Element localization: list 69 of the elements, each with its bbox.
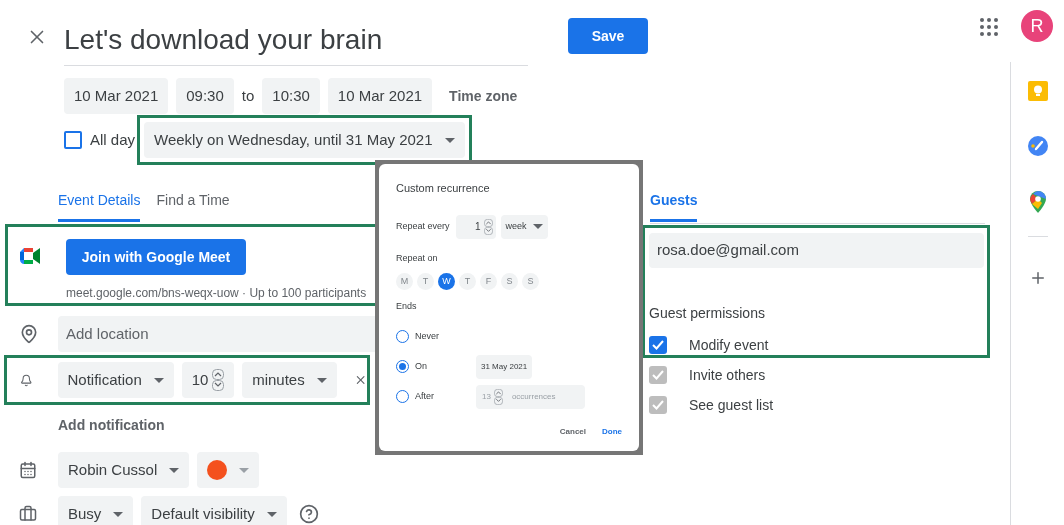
permission-label: Modify event xyxy=(689,335,769,355)
add-notification-button[interactable]: Add notification xyxy=(58,415,165,436)
permission-label: Invite others xyxy=(689,365,766,385)
end-date-field[interactable]: 31 May 2021 xyxy=(476,354,533,379)
checkmark-circle-icon[interactable] xyxy=(1027,136,1048,156)
map-pin-icon[interactable] xyxy=(1029,191,1046,213)
repeat-on-label: Repeat on xyxy=(396,251,439,265)
guest-permissions-heading: Guest permissions xyxy=(649,304,766,323)
caret-icon xyxy=(444,137,455,143)
unit-dropdown[interactable]: week xyxy=(500,214,548,239)
tab[interactable]: Find a Time xyxy=(156,190,230,222)
spinner-icon[interactable] xyxy=(212,369,225,391)
calendar-icon xyxy=(19,461,37,479)
end-option-label: Never xyxy=(415,329,440,343)
guests-tab[interactable]: Guests xyxy=(650,190,698,222)
permission-label: See guest list xyxy=(689,395,774,415)
end-date-field[interactable]: 10 Mar 2021 xyxy=(327,78,433,114)
tab[interactable]: Event Details xyxy=(58,190,141,222)
caret-icon xyxy=(153,377,164,383)
visibility-dropdown[interactable]: Default visibility xyxy=(141,496,287,525)
title-field[interactable]: Let's download your brain xyxy=(64,18,528,66)
all-day-label: All day xyxy=(90,129,136,150)
ends-label: Ends xyxy=(396,300,418,313)
availability-dropdown[interactable]: Busy xyxy=(58,496,134,525)
spinner-icon[interactable] xyxy=(483,218,493,235)
join-meet-button[interactable]: Join with Google Meet xyxy=(66,239,246,275)
weekday-toggle[interactable]: T xyxy=(417,273,434,290)
time-zone-button[interactable]: Time zone xyxy=(448,85,519,107)
checkbox[interactable] xyxy=(64,131,82,149)
end-option-label: On xyxy=(415,359,428,373)
notification-type-dropdown[interactable]: Notification xyxy=(57,362,174,398)
end-time-field[interactable]: 10:30 xyxy=(262,78,320,114)
start-time-field[interactable]: 09:30 xyxy=(176,78,234,114)
briefcase-icon xyxy=(19,505,37,523)
cancel-button[interactable]: Cancel xyxy=(559,425,586,438)
start-date-field[interactable]: 10 Mar 2021 xyxy=(64,78,169,114)
caret-icon xyxy=(266,511,277,517)
caret-icon xyxy=(239,467,250,473)
checkbox[interactable] xyxy=(649,336,667,354)
weekday-toggle[interactable]: M xyxy=(396,273,413,290)
interval-number-field[interactable]: 1 xyxy=(455,214,496,239)
to-label: to xyxy=(241,85,255,106)
repeat-every-label: Repeat every xyxy=(396,219,450,233)
dialog-title: Custom recurrence xyxy=(396,181,491,196)
guest-email-field[interactable]: rosa.doe@gmail.com xyxy=(649,233,984,268)
apps-grid-icon[interactable] xyxy=(980,18,998,36)
avatar[interactable]: R xyxy=(1021,10,1053,42)
done-button[interactable]: Done xyxy=(602,425,622,438)
video-camera-icon xyxy=(20,248,40,264)
location-pin-icon xyxy=(19,324,39,344)
help-icon[interactable] xyxy=(298,504,319,524)
caret-icon xyxy=(113,511,124,517)
occurrences-label: occurrences xyxy=(511,390,556,403)
time-unit-dropdown[interactable]: minutes xyxy=(242,362,337,398)
weekday-toggle[interactable]: W xyxy=(438,273,455,290)
caret-icon xyxy=(532,224,543,229)
meet-info: meet.google.com/bns-weqx-uow · Up to 100 participants xyxy=(66,285,367,302)
end-option-label: After xyxy=(415,389,435,403)
weekday-toggle[interactable]: F xyxy=(480,273,497,290)
caret-icon xyxy=(169,467,180,473)
minutes-number-field[interactable]: 10 xyxy=(181,362,235,398)
weekday-toggle[interactable]: T xyxy=(459,273,476,290)
color-dropdown[interactable] xyxy=(197,452,260,488)
save-button[interactable]: Save xyxy=(568,18,648,54)
weekday-toggle[interactable]: S xyxy=(522,273,539,290)
recurrence-dropdown[interactable]: Weekly on Wednesday, until 31 May 2021 xyxy=(144,122,465,158)
caret-icon xyxy=(316,377,327,383)
calendar-dropdown[interactable]: Robin Cussol xyxy=(58,452,190,488)
weekday-toggle[interactable]: S xyxy=(501,273,518,290)
